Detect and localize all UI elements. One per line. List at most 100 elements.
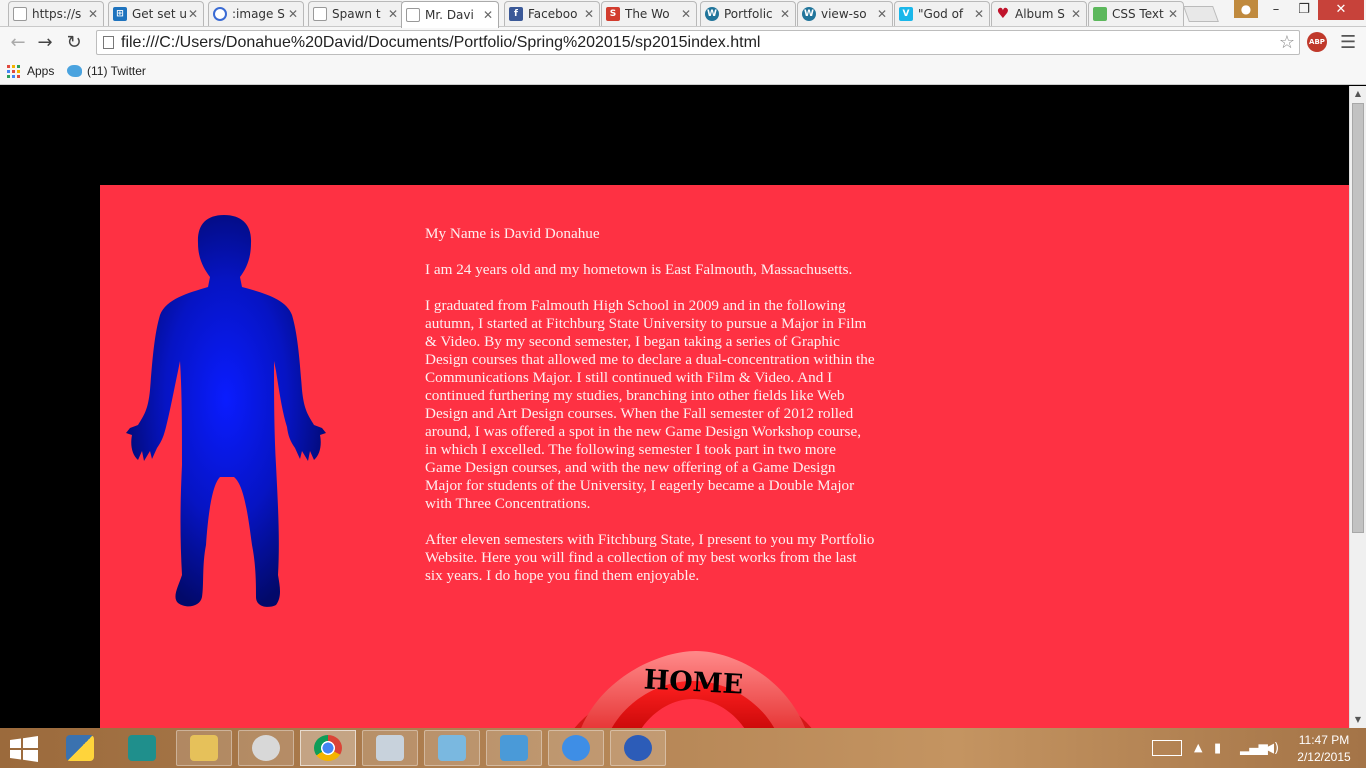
twitter-bird-icon (67, 65, 82, 77)
scroll-down-arrow-icon[interactable]: ▼ (1350, 712, 1366, 728)
photo-viewer-icon[interactable] (486, 730, 542, 766)
wordpress-icon: W (705, 7, 719, 21)
tab-title: Portfolic (724, 7, 773, 21)
forward-arrow-icon[interactable]: → (33, 31, 57, 55)
close-icon[interactable]: ✕ (387, 7, 399, 21)
home-nav-label[interactable]: HOME (643, 664, 744, 700)
bookmark-twitter[interactable]: (11) Twitter (67, 62, 146, 80)
reload-icon[interactable]: ↻ (62, 31, 86, 55)
maximize-button[interactable]: ❐ (1290, 0, 1318, 20)
loading-icon (213, 7, 227, 21)
keyboard-icon[interactable] (1152, 740, 1182, 756)
windows-icon: ⊞ (113, 7, 127, 21)
bio-paragraph: My Name is David Donahue (425, 225, 600, 242)
clock-time[interactable]: 11:47 PM (1296, 733, 1352, 747)
close-icon[interactable]: ✕ (876, 7, 888, 21)
chrome-icon[interactable] (300, 730, 356, 766)
monitor-icon[interactable] (362, 730, 418, 766)
browser-tab[interactable]: https://s ✕ (8, 1, 104, 26)
close-window-button[interactable]: ✕ (1318, 0, 1364, 20)
document-icon (13, 7, 27, 21)
vertical-scrollbar[interactable]: ▲ ▼ (1349, 86, 1366, 728)
clock-date[interactable]: 2/12/2015 (1296, 750, 1352, 764)
tab-title: :image S (232, 7, 285, 21)
wordpress-icon: W (802, 7, 816, 21)
bio-paragraph: After eleven semesters with Fitchburg St… (425, 531, 875, 584)
browser-tab-active[interactable]: Mr. Davi ✕ (401, 1, 499, 28)
media-player-icon[interactable] (610, 730, 666, 766)
power-icon[interactable]: ▮ (1214, 741, 1221, 756)
tab-title: "God of (918, 7, 964, 21)
browser-tab[interactable]: :image S ✕ (208, 1, 304, 26)
apps-grid-icon (7, 64, 20, 78)
close-icon[interactable]: ✕ (680, 7, 692, 21)
browser-tab[interactable]: f Faceboo ✕ (504, 1, 600, 26)
tab-title: Get set u (132, 7, 187, 21)
document-icon (313, 7, 327, 21)
windows-start-icon[interactable] (10, 736, 38, 762)
close-icon[interactable]: ✕ (1167, 7, 1179, 21)
tab-title: view-so (821, 7, 867, 21)
browser-tab[interactable]: V "God of ✕ (894, 1, 990, 26)
close-icon[interactable]: ✕ (779, 7, 791, 21)
browser-tab[interactable]: CSS Text ✕ (1088, 1, 1184, 26)
hamburger-menu-icon[interactable]: ☰ (1340, 32, 1356, 53)
tab-title: Spawn t (332, 7, 381, 21)
maya-icon[interactable] (114, 730, 170, 766)
heart-icon: ♥ (996, 6, 1010, 22)
browser-tab[interactable]: Spawn t ✕ (308, 1, 404, 26)
python-icon[interactable] (52, 730, 108, 766)
browser-tab[interactable]: W Portfolic ✕ (700, 1, 796, 26)
tab-title: https://s (32, 7, 82, 21)
url-text[interactable]: file:///C:/Users/Donahue%20David/Documen… (121, 34, 760, 52)
browser-tab[interactable]: S The Wo ✕ (601, 1, 697, 26)
browser-tab[interactable]: ♥ Album S ✕ (991, 1, 1087, 26)
bookmark-apps[interactable]: Apps (7, 62, 54, 80)
tab-title: Album S (1015, 7, 1065, 21)
person-silhouette-image (126, 215, 326, 607)
page-viewport: My Name is David Donahue I am 24 years o… (0, 86, 1349, 728)
css-icon (1093, 7, 1107, 21)
bookmark-label: (11) Twitter (87, 64, 146, 78)
about-panel: My Name is David Donahue I am 24 years o… (100, 185, 1349, 728)
browser-tab[interactable]: ⊞ Get set u ✕ (108, 1, 204, 26)
new-tab-button[interactable] (1183, 6, 1219, 22)
close-icon[interactable]: ✕ (87, 7, 99, 21)
s-icon: S (606, 7, 620, 21)
scrollbar-thumb[interactable] (1352, 103, 1364, 533)
browser-tab[interactable]: W view-so ✕ (797, 1, 893, 26)
bio-paragraph: I am 24 years old and my hometown is Eas… (425, 261, 853, 278)
page-icon (103, 36, 114, 49)
browser-toolbar: ← → ↻ file:///C:/Users/Donahue%20David/D… (0, 27, 1366, 58)
itunes-icon[interactable] (548, 730, 604, 766)
browser-tab-strip: https://s ✕ ⊞ Get set u ✕ :image S ✕ Spa… (0, 0, 1366, 28)
back-arrow-icon[interactable]: ← (6, 31, 30, 55)
close-icon[interactable]: ✕ (187, 7, 199, 21)
notepad-icon[interactable] (424, 730, 480, 766)
file-explorer-icon[interactable] (176, 730, 232, 766)
close-icon[interactable]: ✕ (973, 7, 985, 21)
close-icon[interactable]: ✕ (583, 7, 595, 21)
bookmark-label: Apps (27, 64, 55, 78)
tab-title: CSS Text (1112, 7, 1164, 21)
home-nav-wheel[interactable]: HOME (548, 651, 838, 728)
show-hidden-icons-arrow[interactable]: ▲ (1194, 741, 1202, 755)
windows-taskbar: ▲ ▮ ▂▄▆ ◀) 11:47 PM 2/12/2015 (0, 728, 1366, 768)
minimize-button[interactable]: – (1262, 0, 1290, 20)
snipping-tool-icon[interactable] (238, 730, 294, 766)
tab-title: Faceboo (528, 7, 578, 21)
profile-icon[interactable]: ● (1234, 0, 1258, 18)
volume-icon[interactable]: ◀) (1264, 741, 1279, 756)
adblock-plus-icon[interactable]: ABP (1307, 32, 1327, 52)
bookmark-star-icon[interactable]: ☆ (1279, 32, 1295, 53)
tab-title: The Wo (625, 7, 670, 21)
scroll-up-arrow-icon[interactable]: ▲ (1350, 86, 1366, 102)
close-icon[interactable]: ✕ (287, 7, 299, 21)
address-bar[interactable]: file:///C:/Users/Donahue%20David/Documen… (96, 30, 1300, 55)
close-icon[interactable]: ✕ (1070, 7, 1082, 21)
bio-paragraph: I graduated from Falmouth High School in… (425, 297, 875, 512)
facebook-icon: f (509, 7, 523, 21)
tab-title: Mr. Davi (425, 8, 474, 22)
close-icon[interactable]: ✕ (482, 8, 494, 22)
document-icon (406, 8, 420, 22)
